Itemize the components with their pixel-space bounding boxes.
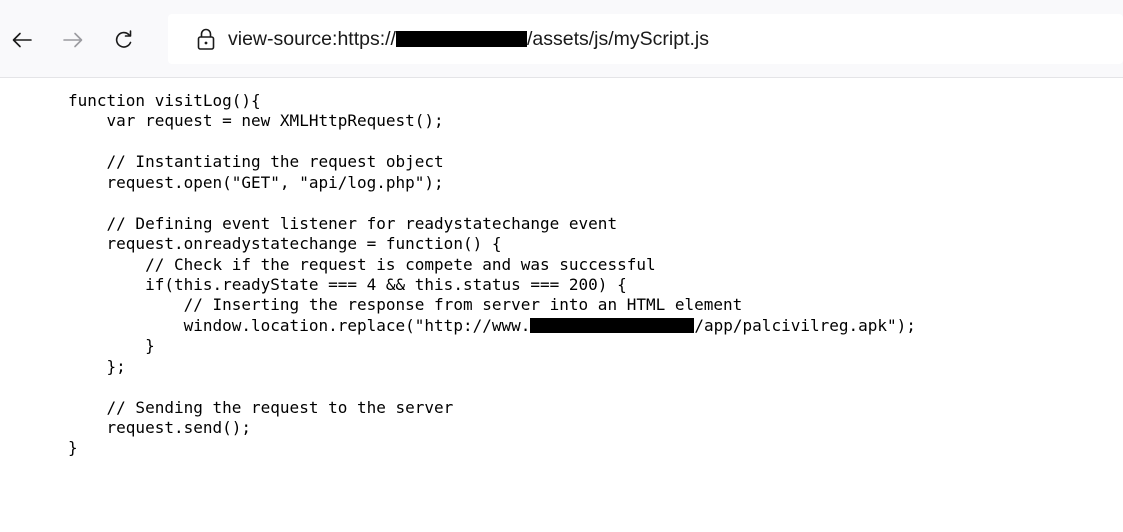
browser-toolbar: view-source:https:// /assets/js/myScript.… (0, 0, 1123, 78)
code-line: // Defining event listener for readystat… (68, 213, 618, 233)
code-line: // Check if the request is compete and w… (68, 254, 656, 274)
forward-button[interactable] (55, 22, 91, 58)
url-text[interactable]: view-source:https:// /assets/js/myScript.… (228, 27, 709, 51)
code-line: }; (68, 356, 126, 376)
code-line: // Inserting the response from server in… (68, 295, 743, 315)
code-line: request.send(); (68, 418, 252, 437)
reload-icon (115, 30, 132, 48)
code-line: // Instantiating the request object (68, 152, 444, 172)
source-code: function visitLog(){ var request = new X… (68, 91, 916, 459)
back-button[interactable] (4, 22, 40, 58)
arrow-right-icon (63, 32, 83, 48)
redaction-bar (395, 31, 527, 47)
code-line: var request = new XMLHttpRequest(); (68, 111, 444, 131)
code-line: window.location.replace("http://www. /app… (68, 316, 916, 336)
code-fragment: window.location.replace("http://www. (68, 315, 531, 335)
code-line: // Sending the request to the server (68, 397, 454, 417)
arrow-left-icon (12, 32, 32, 48)
code-line: function visitLog(){ (68, 91, 261, 110)
code-line: request.onreadystatechange = function() … (68, 234, 502, 254)
code-fragment: /app/palcivilreg.apk"); (694, 315, 916, 335)
reload-button[interactable] (106, 22, 142, 58)
address-bar[interactable]: view-source:https:// /assets/js/myScript.… (168, 14, 1123, 64)
url-prefix: view-source:https:// (228, 28, 396, 50)
code-line: } (68, 336, 155, 356)
redaction-bar (530, 317, 695, 333)
lock-icon (197, 28, 215, 50)
code-line: if(this.readyState === 4 && this.status … (68, 274, 627, 294)
code-line: } (68, 438, 78, 458)
code-line: request.open("GET", "api/log.php"); (68, 172, 444, 192)
url-suffix: /assets/js/myScript.js (526, 28, 710, 50)
